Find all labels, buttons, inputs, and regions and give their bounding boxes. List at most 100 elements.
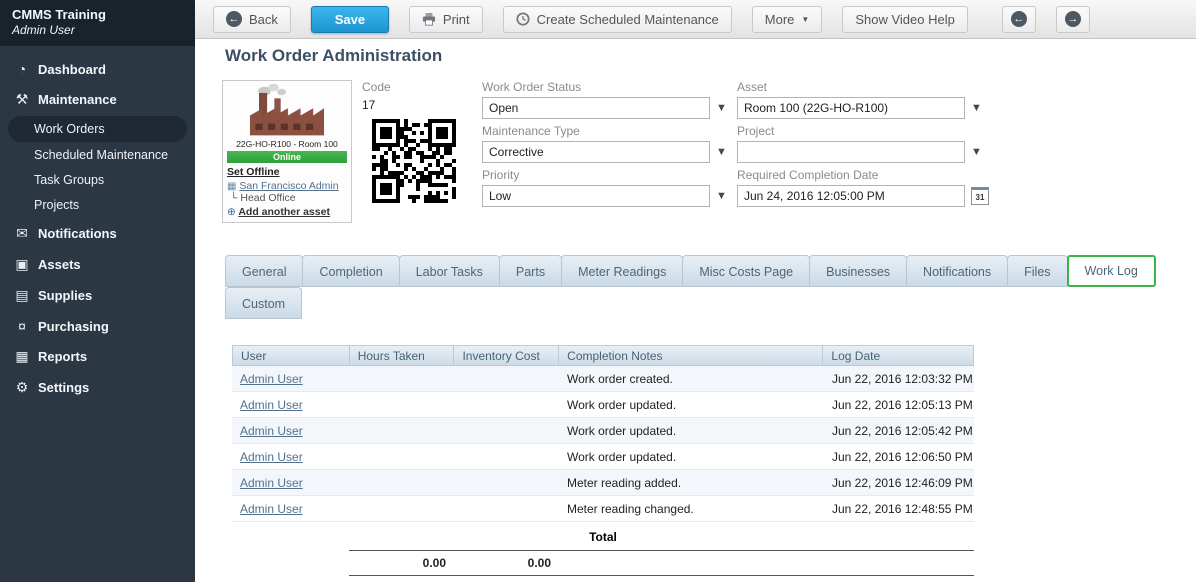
add-another-asset-link[interactable]: Add another asset (238, 206, 330, 218)
project-label: Project (737, 124, 775, 138)
totals-row: 0.00 0.00 (349, 550, 974, 576)
tab-meter-readings[interactable]: Meter Readings (561, 255, 684, 287)
dropdown-caret-icon[interactable]: ▼ (716, 190, 727, 202)
project-input[interactable] (737, 141, 965, 163)
hours-taken-cell (349, 496, 454, 521)
total-hours-taken: 0.00 (422, 556, 446, 570)
dropdown-caret-icon[interactable]: ▼ (971, 146, 982, 158)
tab-completion[interactable]: Completion (302, 255, 400, 287)
sidebar-item-maintenance[interactable]: ⚒ Maintenance (0, 84, 195, 115)
tab-parts[interactable]: Parts (498, 255, 563, 287)
hours-taken-cell (349, 470, 454, 495)
total-inventory-cost: 0.00 (527, 556, 551, 570)
toolbar: ← Back Save Print Create Scheduled Maint… (195, 0, 1196, 39)
column-header-user[interactable]: User (233, 346, 350, 365)
required-completion-date-input[interactable] (737, 185, 965, 207)
calendar-icon[interactable]: 31 (971, 187, 989, 205)
tab-notifications[interactable]: Notifications (906, 255, 1009, 287)
inventory-cost-cell (454, 470, 559, 495)
completion-notes-cell: Meter reading changed. (567, 502, 694, 516)
hours-taken-cell (349, 366, 454, 391)
back-button[interactable]: ← Back (213, 5, 291, 33)
add-circle-icon: ⊕ (227, 206, 236, 218)
table-row: Admin User Work order updated. Jun 22, 2… (232, 392, 974, 418)
tab-custom[interactable]: Custom (225, 287, 303, 319)
sidebar-item-assets[interactable]: ▣ Assets (0, 249, 195, 280)
user-link[interactable]: Admin User (240, 424, 303, 438)
sidebar-item-label: Reports (38, 349, 88, 364)
work-log-table: User Hours Taken Inventory Cost Completi… (232, 345, 974, 576)
dropdown-caret-icon[interactable]: ▼ (716, 146, 727, 158)
sidebar-item-notifications[interactable]: ✉ Notifications (0, 218, 195, 249)
sidebar-item-settings[interactable]: ⚙ Settings (0, 372, 195, 403)
create-scheduled-maintenance-button[interactable]: Create Scheduled Maintenance (502, 5, 732, 33)
priority-input[interactable] (482, 185, 710, 207)
app-title: CMMS Training (12, 7, 106, 22)
inventory-cost-cell (454, 496, 559, 521)
user-link[interactable]: Admin User (240, 502, 303, 516)
sidebar-item-label: Dashboard (38, 61, 106, 77)
work-order-status-field: Work Order Status ▼ (482, 80, 727, 119)
status-badge: Online (227, 151, 347, 163)
tab-misc-costs-page[interactable]: Misc Costs Page (682, 255, 811, 287)
sidebar-item-label: Maintenance (38, 92, 117, 107)
sidebar-item-purchasing[interactable]: ¤ Purchasing (0, 311, 195, 341)
dropdown-caret-icon[interactable]: ▼ (716, 102, 727, 114)
maintenance-type-field: Maintenance Type ▼ (482, 124, 727, 163)
user-link[interactable]: Admin User (240, 476, 303, 490)
priority-field: Priority ▼ (482, 168, 727, 207)
column-header-hours-taken[interactable]: Hours Taken (350, 346, 455, 365)
sidebar-item-projects[interactable]: Projects (0, 193, 195, 217)
business-row: ▦ San Francisco Admin (227, 180, 347, 192)
asset-input[interactable] (737, 97, 965, 119)
sidebar-nav: ◔ Dashboard ⚒ Maintenance Work Orders Sc… (0, 46, 195, 403)
required-completion-date-field: Required Completion Date 31 (737, 168, 989, 207)
more-button[interactable]: More ▼ (751, 5, 823, 33)
tab-work-log[interactable]: Work Log (1066, 255, 1156, 287)
sidebar-header: CMMS Training Admin User (0, 0, 195, 46)
sidebar: CMMS Training Admin User ◔ Dashboard ⚒ M… (0, 0, 195, 582)
print-button[interactable]: Print (408, 5, 483, 33)
save-button[interactable]: Save (310, 5, 389, 33)
page-title: Work Order Administration (225, 46, 443, 65)
sidebar-item-work-orders[interactable]: Work Orders (8, 116, 187, 142)
user-link[interactable]: Admin User (240, 450, 303, 464)
back-button-label: Back (249, 11, 278, 27)
tab-general[interactable]: General (225, 255, 304, 287)
supplies-icon: ▤ (15, 287, 29, 303)
column-header-inventory-cost[interactable]: Inventory Cost (454, 346, 560, 365)
asset-card: 22G-HO-R100 - Room 100 Online Set Offlin… (222, 80, 352, 223)
completion-notes-cell: Work order updated. (567, 398, 677, 412)
dropdown-caret-icon[interactable]: ▼ (971, 102, 982, 114)
tree-branch-icon: └ (230, 192, 238, 204)
sidebar-item-dashboard[interactable]: ◔ Dashboard (0, 54, 195, 84)
sidebar-item-scheduled-maintenance[interactable]: Scheduled Maintenance (0, 143, 195, 167)
sidebar-item-task-groups[interactable]: Task Groups (0, 168, 195, 192)
required-completion-date-label: Required Completion Date (737, 168, 879, 182)
business-link[interactable]: San Francisco Admin (239, 180, 338, 192)
sidebar-item-supplies[interactable]: ▤ Supplies (0, 280, 195, 311)
maintenance-type-input[interactable] (482, 141, 710, 163)
user-link[interactable]: Admin User (240, 372, 303, 386)
set-offline-link[interactable]: Set Offline (227, 166, 280, 178)
work-order-status-input[interactable] (482, 97, 710, 119)
dashboard-icon: ◔ (17, 61, 27, 77)
column-header-completion-notes[interactable]: Completion Notes (559, 346, 824, 365)
building-icon: ▦ (227, 181, 237, 192)
project-field: Project ▼ (737, 124, 982, 163)
previous-record-button[interactable]: ← (1001, 5, 1036, 33)
maintenance-icon: ⚒ (15, 91, 29, 107)
gear-icon: ⚙ (15, 379, 29, 395)
tab-files[interactable]: Files (1007, 255, 1068, 287)
tab-labor-tasks[interactable]: Labor Tasks (398, 255, 500, 287)
sidebar-item-reports[interactable]: ▦ Reports (0, 341, 195, 372)
create-scheduled-maintenance-label: Create Scheduled Maintenance (536, 11, 719, 27)
inventory-cost-cell (454, 392, 559, 417)
column-header-log-date[interactable]: Log Date (823, 346, 973, 365)
caret-down-icon: ▼ (801, 14, 810, 24)
next-record-button[interactable]: → (1055, 5, 1090, 33)
user-link[interactable]: Admin User (240, 398, 303, 412)
show-video-help-button[interactable]: Show Video Help (842, 5, 968, 33)
tab-businesses[interactable]: Businesses (809, 255, 908, 287)
priority-label: Priority (482, 168, 520, 182)
